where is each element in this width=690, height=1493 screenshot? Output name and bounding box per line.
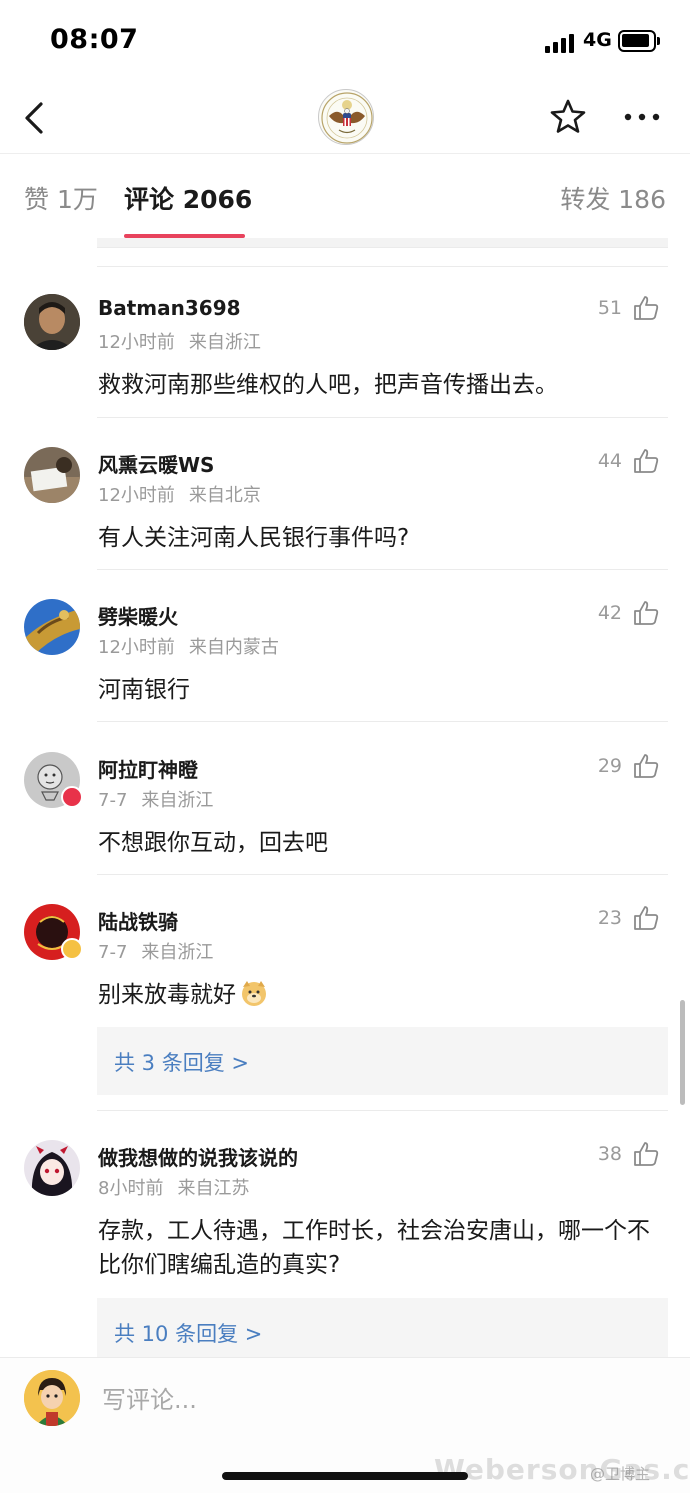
comment-meta: 7-7 来自浙江 <box>98 938 213 964</box>
comment-text: 河南银行 <box>98 677 190 703</box>
username[interactable]: 风熏云暖WS <box>98 449 214 478</box>
comment-meta: 12小时前 来自内蒙古 <box>98 633 279 659</box>
signal-icon <box>545 33 575 53</box>
thumbs-up-icon <box>634 601 659 625</box>
divider <box>97 569 668 570</box>
account-avatar[interactable] <box>318 89 374 145</box>
divider <box>97 266 668 267</box>
comment-location: 来自北京 <box>188 485 261 506</box>
member-badge-icon <box>61 786 83 808</box>
view-replies-link[interactable]: 共 3 条回复 > <box>114 1047 249 1077</box>
avatar[interactable] <box>24 1140 80 1196</box>
username[interactable]: 做我想做的说我该说的 <box>98 1142 298 1171</box>
username[interactable]: 劈柴暖火 <box>98 601 178 630</box>
like-count: 51 <box>597 297 622 319</box>
battery-icon <box>618 30 660 52</box>
like-count: 38 <box>597 1143 622 1165</box>
doge-emoji-icon <box>242 981 266 1006</box>
comment-time: 12小时前 <box>98 332 175 353</box>
status-time: 08:07 <box>50 24 139 55</box>
replies-panel: 共 10 条回复 > <box>97 1298 668 1366</box>
comment-meta: 12小时前 来自浙江 <box>98 328 261 354</box>
verified-badge-icon <box>61 938 83 960</box>
network-type: 4G <box>583 29 612 51</box>
star-icon[interactable] <box>549 98 587 136</box>
comment-input-bar: 写评论... WebersonGas.com @卫博主 <box>0 1357 690 1493</box>
like-count: 44 <box>597 450 622 472</box>
previous-comment-edge <box>97 238 668 248</box>
eagle-seal-icon <box>321 92 373 144</box>
weibo-watermark: @卫博主 <box>590 1465 651 1483</box>
watermark: WebersonGas.com <box>434 1453 690 1486</box>
comment-time: 12小时前 <box>98 485 175 506</box>
comment-location: 来自江苏 <box>177 1178 250 1199</box>
comment-text: 不想跟你互动，回去吧 <box>98 830 328 856</box>
like-button[interactable]: 29 <box>570 752 660 782</box>
tab-likes[interactable]: 赞 1万 <box>24 180 98 216</box>
username[interactable]: 阿拉盯神瞪 <box>98 754 198 783</box>
comment-text: 有人关注河南人民银行事件吗? <box>98 525 410 551</box>
replies-panel: 共 3 条回复 > <box>97 1027 668 1095</box>
more-icon[interactable] <box>622 103 662 131</box>
comment-location: 来自浙江 <box>141 942 214 963</box>
status-bar: 08:07 4G <box>0 0 690 80</box>
divider <box>97 874 668 875</box>
like-button[interactable]: 23 <box>570 904 660 934</box>
thumbs-up-icon <box>634 449 659 473</box>
like-count: 23 <box>597 907 622 929</box>
thumbs-up-icon <box>634 1142 659 1166</box>
comment-input[interactable]: 写评论... <box>102 1380 197 1415</box>
comment-meta: 7-7 来自浙江 <box>98 786 213 812</box>
divider <box>97 417 668 418</box>
thumbs-up-icon <box>634 296 659 320</box>
thumbs-up-icon <box>634 906 659 930</box>
comment-time: 7-7 <box>98 790 128 811</box>
comment-time: 12小时前 <box>98 637 175 658</box>
like-button[interactable]: 38 <box>570 1140 660 1170</box>
nav-bar <box>0 80 690 154</box>
like-button[interactable]: 51 <box>570 294 660 324</box>
thumbs-up-icon <box>634 754 659 778</box>
avatar[interactable] <box>24 447 80 503</box>
like-button[interactable]: 42 <box>570 599 660 629</box>
tab-bar: 赞 1万 评论 2066 转发 186 <box>0 154 690 238</box>
comment-meta: 8小时前 来自江苏 <box>98 1174 249 1200</box>
avatar[interactable] <box>24 294 80 350</box>
my-avatar[interactable] <box>24 1370 80 1426</box>
comment-text: 别来放毒就好 <box>98 978 670 1012</box>
home-indicator[interactable] <box>222 1472 468 1480</box>
comment-time: 8小时前 <box>98 1178 164 1199</box>
comment-location: 来自浙江 <box>141 790 214 811</box>
username[interactable]: Batman3698 <box>98 296 241 320</box>
comment-location: 来自内蒙古 <box>188 637 279 658</box>
comment-text: 存款，工人待遇，工作时长，社会治安唐山，哪一个不比你们瞎编乱造的真实? <box>98 1218 650 1278</box>
tab-reposts[interactable]: 转发 186 <box>560 180 666 216</box>
avatar[interactable] <box>24 599 80 655</box>
comment-text: 救救河南那些维权的人吧，把声音传播出去。 <box>98 372 558 398</box>
like-button[interactable]: 44 <box>570 447 660 477</box>
username[interactable]: 陆战铁骑 <box>98 906 178 935</box>
comment-text-content: 别来放毒就好 <box>98 982 236 1008</box>
comment-time: 7-7 <box>98 942 128 963</box>
like-count: 42 <box>597 602 622 624</box>
view-replies-link[interactable]: 共 10 条回复 > <box>114 1318 262 1348</box>
like-count: 29 <box>597 755 622 777</box>
comment-meta: 12小时前 来自北京 <box>98 481 261 507</box>
comment-location: 来自浙江 <box>188 332 261 353</box>
back-icon[interactable] <box>20 98 52 138</box>
tab-comments[interactable]: 评论 2066 <box>124 180 252 216</box>
divider <box>97 721 668 722</box>
scrollbar[interactable] <box>680 1000 685 1105</box>
divider <box>97 1110 668 1111</box>
